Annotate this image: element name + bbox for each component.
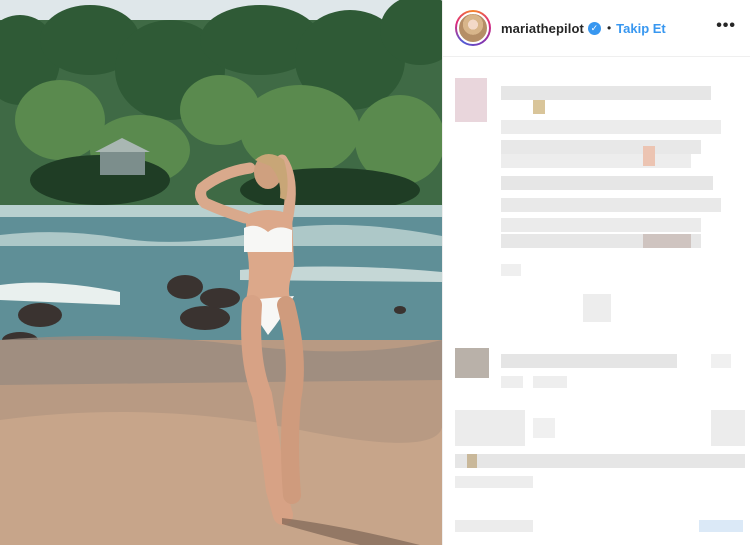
blurred-caption-line	[501, 264, 521, 276]
blurred-comment-meta	[501, 376, 523, 388]
blurred-caption-line	[501, 176, 713, 190]
blurred-comment-line	[455, 410, 525, 446]
blurred-post-button[interactable]	[699, 520, 743, 532]
blurred-divider	[583, 294, 611, 322]
blurred-comment-meta	[533, 376, 567, 388]
blurred-caption-line	[501, 154, 691, 168]
verified-badge-icon: ✓	[587, 21, 601, 35]
avatar-image	[457, 12, 489, 44]
separator-dot: •	[606, 21, 612, 35]
blurred-comment-input[interactable]	[455, 520, 533, 532]
blurred-comment-line	[501, 354, 677, 368]
blurred-caption-line	[643, 146, 655, 166]
username-link[interactable]: mariathepilot	[501, 21, 584, 36]
blurred-comment-line	[533, 418, 555, 438]
blurred-avatar	[455, 78, 487, 122]
blurred-caption-line	[501, 120, 721, 134]
blurred-caption-line	[533, 100, 545, 114]
blurred-like-icon	[711, 354, 731, 368]
blurred-caption-line	[501, 140, 701, 154]
follow-button[interactable]: Takip Et	[616, 21, 666, 36]
post-side-panel: mariathepilot ✓ • Takip Et •••	[442, 0, 750, 545]
avatar[interactable]	[455, 10, 491, 46]
blurred-comment-avatar	[455, 348, 489, 378]
blurred-comments-area	[443, 58, 750, 545]
blurred-caption-line	[501, 218, 701, 232]
blurred-caption-line	[643, 234, 691, 248]
blurred-caption-line	[501, 86, 711, 100]
post-photo[interactable]	[0, 0, 442, 545]
blurred-likes-line	[455, 454, 745, 468]
blurred-likes-line	[467, 454, 477, 468]
more-options-icon[interactable]: •••	[716, 18, 736, 34]
blurred-timestamp	[455, 476, 533, 488]
blurred-caption-line	[501, 198, 721, 212]
post-header: mariathepilot ✓ • Takip Et •••	[443, 0, 750, 57]
beach-scene	[0, 0, 442, 545]
blurred-like-icon	[711, 410, 745, 446]
